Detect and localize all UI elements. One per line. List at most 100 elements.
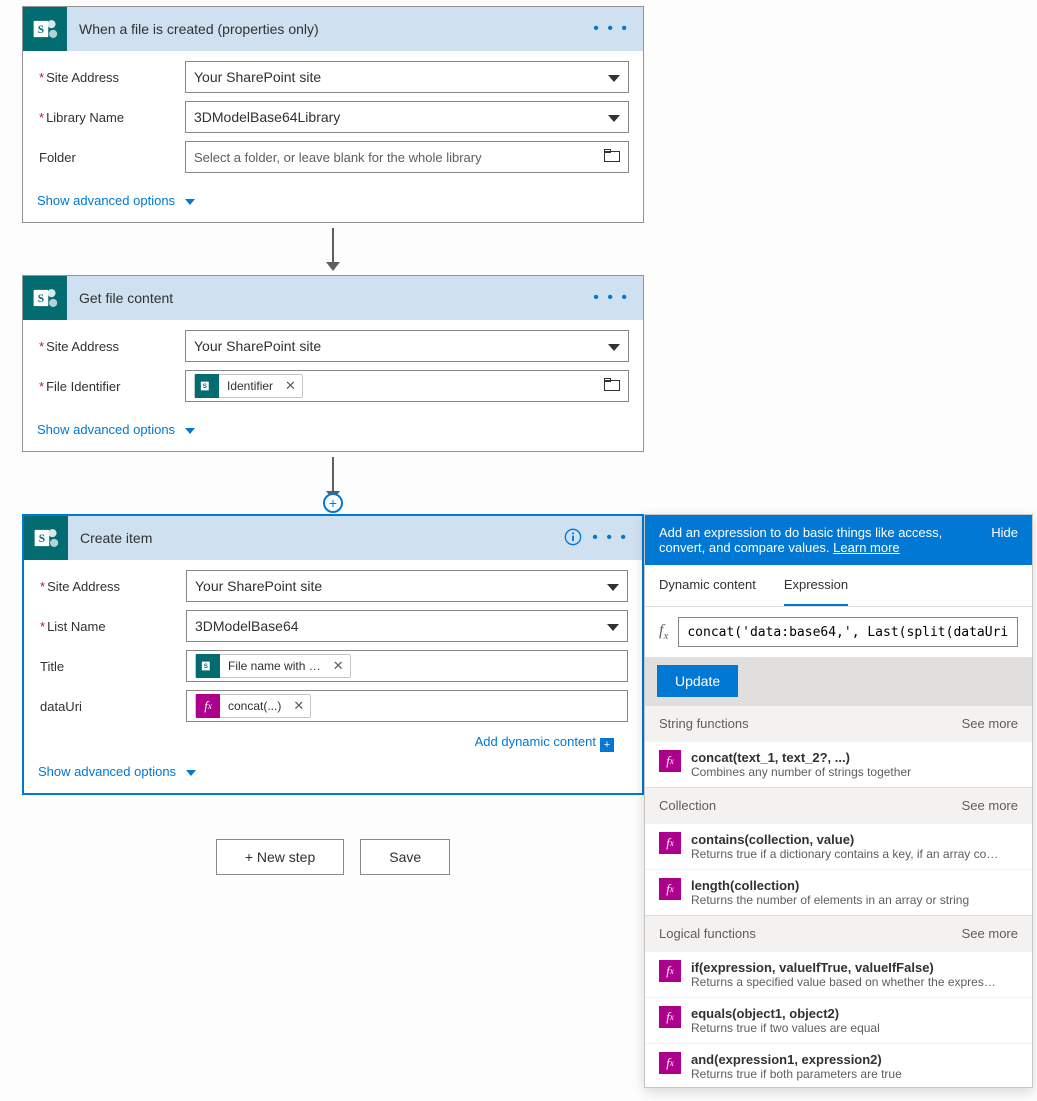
function-item[interactable]: fxcontains(collection, value)Returns tru…	[645, 823, 1032, 869]
function-group-header: CollectionSee more	[645, 787, 1032, 823]
function-item[interactable]: fx concat(text_1, text_2?, ...)Combines a…	[645, 741, 1032, 787]
expression-tabs: Dynamic content Expression	[645, 565, 1032, 607]
chevron-down-icon	[607, 618, 619, 634]
hide-button[interactable]: Hide	[991, 525, 1018, 540]
expression-input-row: fx	[645, 607, 1032, 657]
card-body: *Site Address Your SharePoint site *File…	[23, 320, 643, 412]
card-title: Get file content	[79, 290, 583, 306]
card-title: Create item	[80, 530, 554, 546]
save-button[interactable]: Save	[360, 839, 450, 875]
function-signature: if(expression, valueIfTrue, valueIfFalse…	[691, 960, 1001, 975]
fx-icon: fx	[659, 1006, 681, 1028]
fx-icon: fx	[659, 878, 681, 900]
field-label: dataUri	[38, 699, 186, 714]
tab-dynamic-content[interactable]: Dynamic content	[659, 565, 756, 606]
site-address-select[interactable]: Your SharePoint site	[185, 330, 629, 362]
filename-token[interactable]: S File name with … ✕	[195, 654, 351, 678]
function-item[interactable]: fxif(expression, valueIfTrue, valueIfFal…	[645, 951, 1032, 997]
function-item[interactable]: fx equals(object1, object2)Returns true i…	[645, 997, 1032, 1043]
library-name-select[interactable]: 3DModelBase64Library	[185, 101, 629, 133]
title-input[interactable]: S File name with … ✕	[186, 650, 628, 682]
action-bar: + New step Save	[22, 839, 644, 875]
function-signature: and(expression1, expression2)	[691, 1052, 902, 1067]
connector-arrow	[22, 223, 644, 275]
chevron-down-icon	[607, 578, 619, 594]
function-signature: concat(text_1, text_2?, ...)	[691, 750, 911, 765]
info-icon[interactable]	[564, 528, 582, 549]
function-item[interactable]: fx and(expression1, expression2)Returns t…	[645, 1043, 1032, 1087]
connector-arrow: +	[22, 452, 644, 504]
library-name-row: *Library Name 3DModelBase64Library	[37, 101, 629, 133]
learn-more-link[interactable]: Learn more	[833, 540, 899, 555]
site-address-select[interactable]: Your SharePoint site	[186, 570, 628, 602]
file-identifier-row: *File Identifier S Identifier ✕	[37, 370, 629, 402]
card-body: *Site Address Your SharePoint site *Libr…	[23, 51, 643, 183]
site-address-row: *Site Address Your SharePoint site	[38, 570, 628, 602]
more-icon[interactable]: • • •	[593, 20, 629, 38]
folder-picker-icon[interactable]	[604, 149, 620, 166]
site-address-row: *Site Address Your SharePoint site	[37, 61, 629, 93]
remove-token-icon[interactable]: ✕	[279, 378, 302, 394]
remove-token-icon[interactable]: ✕	[327, 658, 350, 674]
card-body: *Site Address Your SharePoint site *List…	[24, 560, 642, 754]
expression-input[interactable]	[678, 617, 1018, 647]
field-label: *List Name	[38, 619, 186, 634]
fx-icon: fx	[196, 694, 220, 718]
more-icon[interactable]: • • •	[593, 289, 629, 307]
fx-icon: fx	[659, 750, 681, 772]
sharepoint-icon: S	[196, 654, 220, 678]
see-more-link[interactable]: See more	[962, 926, 1018, 941]
site-address-select[interactable]: Your SharePoint site	[185, 61, 629, 93]
sharepoint-icon: S	[195, 374, 219, 398]
new-step-button[interactable]: + New step	[216, 839, 344, 875]
update-button[interactable]: Update	[657, 665, 738, 697]
identifier-token[interactable]: S Identifier ✕	[194, 374, 303, 398]
card-header[interactable]: S Get file content • • •	[23, 276, 643, 320]
function-description: Returns true if a dictionary contains a …	[691, 847, 1001, 861]
function-description: Returns the number of elements in an arr…	[691, 893, 969, 907]
function-description: Returns a specified value based on wheth…	[691, 975, 1001, 989]
datauri-input[interactable]: fx concat(...) ✕	[186, 690, 628, 722]
function-description: Returns true if two values are equal	[691, 1021, 880, 1035]
see-more-link[interactable]: See more	[962, 798, 1018, 813]
card-header[interactable]: S Create item • • •	[24, 516, 642, 560]
function-signature: equals(object1, object2)	[691, 1006, 880, 1021]
add-action-button[interactable]: +	[323, 493, 343, 513]
sharepoint-icon: S	[23, 276, 67, 320]
show-advanced-toggle[interactable]: Show advanced options	[23, 183, 643, 222]
get-file-content-card: S Get file content • • • *Site Address Y…	[22, 275, 644, 452]
field-label: *Library Name	[37, 110, 185, 125]
tab-expression[interactable]: Expression	[784, 565, 848, 606]
remove-token-icon[interactable]: ✕	[287, 698, 310, 714]
folder-row: Folder Select a folder, or leave blank f…	[37, 141, 629, 173]
concat-expression-token[interactable]: fx concat(...) ✕	[195, 694, 311, 718]
list-name-select[interactable]: 3DModelBase64	[186, 610, 628, 642]
chevron-down-icon	[185, 428, 195, 434]
folder-picker-icon[interactable]	[604, 378, 620, 395]
update-row: Update	[645, 657, 1032, 705]
file-identifier-input[interactable]: S Identifier ✕	[185, 370, 629, 402]
function-list[interactable]: String functionsSee more fx concat(text_1,…	[645, 705, 1032, 1087]
function-description: Combines any number of strings together	[691, 765, 911, 779]
chevron-down-icon	[185, 199, 195, 205]
function-item[interactable]: fxlength(collection)Returns the number o…	[645, 869, 1032, 915]
svg-text:S: S	[204, 663, 208, 670]
expression-panel-header: Add an expression to do basic things lik…	[645, 515, 1032, 565]
more-icon[interactable]: • • •	[592, 529, 628, 547]
fx-icon: fx	[659, 622, 668, 642]
folder-input[interactable]: Select a folder, or leave blank for the …	[185, 141, 629, 173]
list-name-row: *List Name 3DModelBase64	[38, 610, 628, 642]
function-description: Returns true if both parameters are true	[691, 1067, 902, 1081]
function-group-header: String functionsSee more	[645, 705, 1032, 741]
field-label: *File Identifier	[37, 379, 185, 394]
add-dynamic-content-link[interactable]: Add dynamic content+	[38, 730, 628, 752]
sharepoint-icon: S	[23, 7, 67, 51]
card-header[interactable]: S When a file is created (properties onl…	[23, 7, 643, 51]
chevron-down-icon	[608, 69, 620, 85]
banner-text: Add an expression to do basic things lik…	[659, 525, 942, 555]
see-more-link[interactable]: See more	[962, 716, 1018, 731]
show-advanced-toggle[interactable]: Show advanced options	[23, 412, 643, 451]
show-advanced-toggle[interactable]: Show advanced options	[24, 754, 642, 793]
fx-icon: fx	[659, 1052, 681, 1074]
field-label: *Site Address	[37, 339, 185, 354]
